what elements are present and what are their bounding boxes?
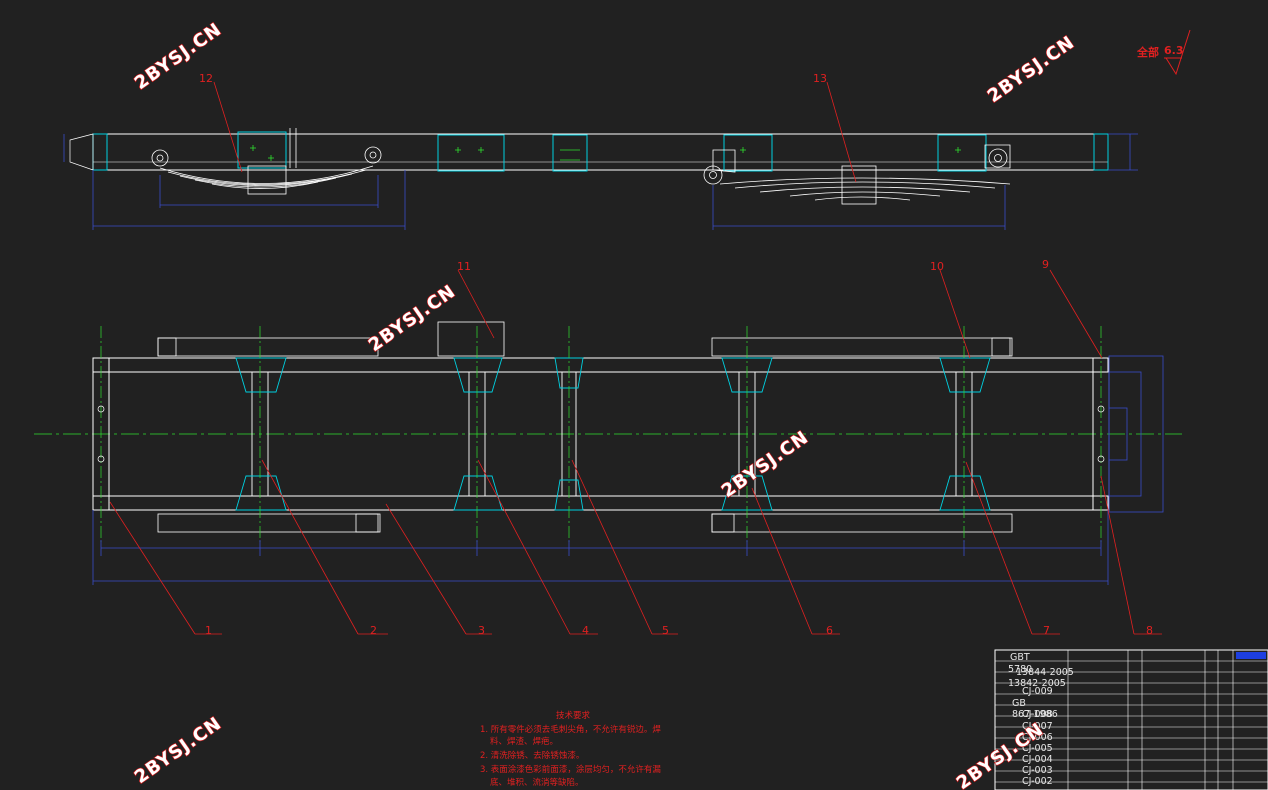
part-label-4: 4 bbox=[582, 624, 589, 637]
tb-row-6: GB bbox=[1012, 698, 1026, 709]
notes-line-1: 1. 所有零件必须去毛刺尖角，不允许有锐边。焊 bbox=[480, 724, 661, 735]
part-label-13: 13 bbox=[813, 72, 827, 85]
roughness-value: 6.3 bbox=[1164, 44, 1184, 57]
watermark-2: 2BYSJ.CN bbox=[984, 32, 1079, 107]
watermark-4: 2BYSJ.CN bbox=[718, 427, 813, 502]
tb-row-1: GBT bbox=[1010, 652, 1030, 663]
part-label-3: 3 bbox=[478, 624, 485, 637]
tb-row-8: CJ-008 bbox=[1022, 709, 1053, 720]
tb-row-5: CJ-009 bbox=[1022, 686, 1053, 697]
part-label-12: 12 bbox=[199, 72, 213, 85]
part-label-7: 7 bbox=[1043, 624, 1050, 637]
notes-line-3b: 底、堆积、流淌等缺陷。 bbox=[490, 777, 584, 788]
part-label-9: 9 bbox=[1042, 258, 1049, 271]
tb-row-12: CJ-004 bbox=[1022, 754, 1053, 765]
notes-line-2: 2. 清洗除锈、去除锈蚀漆。 bbox=[480, 750, 584, 761]
notes-title: 技术要求 bbox=[556, 710, 591, 721]
part-label-10: 10 bbox=[930, 260, 944, 273]
part-label-6: 6 bbox=[826, 624, 833, 637]
side-view bbox=[63, 81, 1138, 230]
watermark-3: 2BYSJ.CN bbox=[365, 281, 460, 356]
notes-line-3: 3. 表面涂漆色彩前面漆，涂层均匀，不允许有漏 bbox=[480, 764, 661, 775]
watermark-5: 2BYSJ.CN bbox=[131, 713, 226, 788]
plan-view bbox=[34, 269, 1182, 635]
part-label-2: 2 bbox=[370, 624, 377, 637]
tb-row-13: CJ-003 bbox=[1022, 765, 1053, 776]
technical-notes: 技术要求 1. 所有零件必须去毛刺尖角，不允许有锐边。焊 料、焊渣、焊疤。 2.… bbox=[480, 710, 661, 788]
part-label-11: 11 bbox=[457, 260, 471, 273]
part-label-1: 1 bbox=[205, 624, 212, 637]
part-label-5: 5 bbox=[662, 624, 669, 637]
part-label-8: 8 bbox=[1146, 624, 1153, 637]
watermarks: 2BYSJ.CN 2BYSJ.CN 2BYSJ.CN 2BYSJ.CN 2BYS… bbox=[130, 18, 1079, 790]
notes-line-1b: 料、焊渣、焊疤。 bbox=[490, 736, 558, 747]
tb-row-3: 13844-2005 bbox=[1016, 667, 1074, 678]
cad-drawing-canvas: 全部 6.3 12 13 11 10 9 1 2 3 4 5 6 7 8 技术要… bbox=[34, 18, 1268, 790]
tb-row-14: CJ-002 bbox=[1022, 776, 1053, 787]
roughness-label: 全部 bbox=[1136, 45, 1159, 59]
